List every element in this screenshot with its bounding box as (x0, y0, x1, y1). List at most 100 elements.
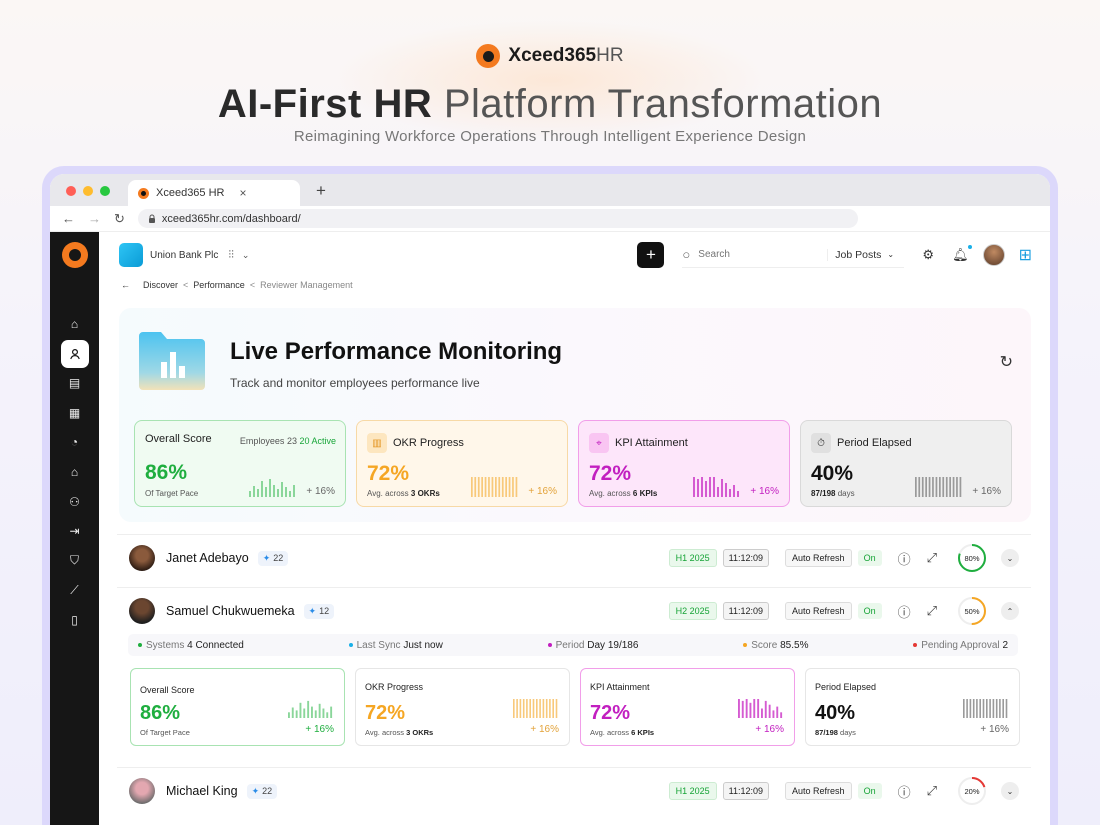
kpi-target-icon: ⌖ (589, 433, 609, 453)
new-tab-button[interactable]: + (316, 181, 326, 201)
sparkline-bar (542, 699, 545, 718)
minimize-window-button[interactable] (83, 186, 93, 196)
sparkline-bar (261, 481, 263, 497)
row-tools: H1 2025 11:12:09 Auto Refresh On ⓘ ⤢ 80%… (668, 543, 1019, 573)
sidebar-line-chart-icon[interactable]: ⟋ (61, 576, 89, 604)
sidebar-grid-card-icon[interactable]: ▦ (61, 399, 89, 427)
url-field[interactable]: xceed365hr.com/dashboard/ (137, 209, 858, 228)
sidebar-document-icon[interactable]: ▯ (61, 606, 89, 634)
sparkline-bar (481, 477, 483, 497)
job-posts-select[interactable]: Job Posts ⌄ (827, 248, 894, 261)
chevron-down-icon[interactable]: ⌄ (242, 250, 250, 261)
maximize-window-button[interactable] (100, 186, 110, 196)
reload-icon[interactable]: ↻ (114, 211, 125, 227)
sidebar-shield-icon[interactable]: ⛉ (61, 547, 89, 575)
sparkline-bar (552, 699, 554, 718)
employee-name[interactable]: Samuel Chukwuemeka (166, 604, 295, 618)
sidebar-id-card-icon[interactable]: ▤ (61, 369, 89, 397)
hero-title: AI-First HR Platform Transformation (217, 82, 883, 126)
period-elapsed-card[interactable]: ⏱︎ Period Elapsed 40% 87/198 days + 16% (800, 420, 1012, 507)
time-chip: 11:12:09 (722, 602, 770, 620)
sub-kpi-attainment-label: KPI Attainment (590, 682, 650, 692)
sidebar-user-gear-icon[interactable]: ⚇ (61, 488, 89, 516)
kpi-attainment-card[interactable]: ⌖ KPI Attainment 72% Avg. across 6 KPIs +… (578, 420, 790, 507)
back-arrow-icon[interactable]: ← (62, 211, 75, 226)
apps-grid-icon[interactable]: ⊞ (1019, 245, 1032, 265)
sparkline-bar (979, 699, 981, 718)
time-chip: 11:12:09 (722, 549, 770, 567)
close-tab-icon[interactable]: × (240, 186, 247, 200)
sub-kpi-attainment-card[interactable]: KPI Attainment 72% Avg. across 6 KPIs + … (580, 668, 795, 746)
sparkline-bar (921, 477, 924, 497)
employee-row[interactable]: Janet Adebayo ✦ 22 H1 2025 11:12:09 Auto … (117, 534, 1031, 581)
systems-metric: Systems 4 Connected (138, 640, 244, 651)
auto-refresh-toggle[interactable]: Auto Refresh (785, 549, 852, 567)
breadcrumb-item-performance[interactable]: Performance (193, 280, 245, 290)
employee-row-expanded[interactable]: Samuel Chukwuemeka ✦ 12 H2 2025 11:12:09 … (117, 587, 1031, 765)
info-icon[interactable]: ⓘ (898, 549, 911, 568)
auto-refresh-toggle[interactable]: Auto Refresh (785, 782, 852, 800)
last-sync-metric: Last Sync Just now (348, 640, 443, 651)
overall-score-card[interactable]: Overall Score Employees 23 20 Active 86%… (134, 420, 346, 507)
info-icon[interactable]: ⓘ (898, 602, 911, 621)
sidebar-graduation-cap-icon[interactable]: ⌂ (61, 458, 89, 486)
employee-row[interactable]: Michael King ✦ 22 H1 2025 11:12:09 Auto R… (117, 767, 1031, 814)
sub-overall-sparkline (288, 700, 333, 718)
sidebar-user-icon[interactable] (60, 339, 89, 368)
expand-arrows-icon[interactable]: ⤢ (927, 783, 937, 799)
sparkline-bar (725, 483, 727, 497)
expand-arrows-icon[interactable]: ⤢ (927, 550, 937, 566)
create-button[interactable]: + (637, 242, 665, 268)
employee-name[interactable]: Janet Adebayo (166, 551, 249, 565)
on-status-badge[interactable]: On (857, 603, 882, 619)
okr-progress-header: ▥ OKR Progress (367, 433, 557, 453)
filter-sliders-icon[interactable]: ⫶⫶ (228, 249, 234, 262)
breadcrumb-item-discover[interactable]: Discover (143, 280, 178, 290)
sparkline-bar (721, 479, 723, 497)
sparkline-bar (768, 704, 771, 718)
sparkline-bar (780, 712, 783, 718)
info-icon[interactable]: ⓘ (898, 782, 911, 801)
org-logo[interactable] (119, 243, 143, 267)
settings-gear-icon[interactable]: ⚙ (922, 247, 934, 263)
employee-name[interactable]: Michael King (166, 784, 238, 798)
user-avatar[interactable] (982, 244, 1005, 266)
refresh-icon[interactable]: ↻ (1000, 352, 1013, 372)
forward-arrow-icon[interactable]: → (88, 211, 101, 226)
app-logo-icon[interactable] (61, 242, 88, 268)
search-input[interactable] (698, 249, 824, 260)
expand-arrows-icon[interactable]: ⤢ (927, 603, 937, 619)
sparkline-bar (293, 485, 295, 497)
sparkline-bar (269, 479, 271, 497)
sidebar-login-icon[interactable]: ⇥ (61, 517, 89, 545)
favicon-icon (138, 187, 149, 199)
sidebar-home-icon[interactable]: ⌂ (61, 310, 89, 338)
okr-progress-card[interactable]: ▥ OKR Progress 72% Avg. across 3 OKRs + 1… (356, 420, 568, 507)
sparkline-bar (952, 477, 955, 497)
sub-overall-score-card[interactable]: Overall Score 86% Of Target Pace + 16% (130, 668, 345, 746)
browser-tab[interactable]: Xceed365 HR × (128, 180, 300, 206)
on-status-badge[interactable]: On (857, 550, 882, 566)
sidebar-pie-chart-icon[interactable]: ◔ (61, 428, 89, 456)
employee-avatar (129, 545, 155, 571)
employee-row-header: Janet Adebayo ✦ 22 H1 2025 11:12:09 Auto … (117, 535, 1031, 581)
org-name[interactable]: Union Bank Plc (150, 250, 218, 261)
kpi-attainment-sparkline (693, 477, 739, 497)
chevron-up-icon[interactable]: ⌃ (1001, 602, 1019, 620)
sparkline-bar (505, 477, 507, 497)
chevron-down-icon[interactable]: ⌄ (1001, 782, 1019, 800)
sparkline-bar (326, 712, 329, 718)
on-status-badge[interactable]: On (857, 783, 882, 799)
close-window-button[interactable] (66, 186, 76, 196)
sparkline-bar (314, 710, 317, 718)
row-tools: H2 2025 11:12:09 Auto Refresh On ⓘ ⤢ 50%… (668, 596, 1019, 626)
notification-bell-icon[interactable]: 🔔︎ (952, 245, 972, 263)
sub-okr-progress-card[interactable]: OKR Progress 72% Avg. across 3 OKRs + 16… (355, 668, 570, 746)
period-chip: H1 2025 (668, 549, 717, 567)
sparkline-bar (526, 699, 528, 718)
sub-period-elapsed-card[interactable]: Period Elapsed 40% 87/198 days + 16% (805, 668, 1020, 746)
sparkline-bar (693, 477, 695, 497)
auto-refresh-toggle[interactable]: Auto Refresh (785, 602, 852, 620)
chevron-down-icon[interactable]: ⌄ (1001, 549, 1019, 567)
back-arrow-icon[interactable]: ← (121, 280, 130, 290)
